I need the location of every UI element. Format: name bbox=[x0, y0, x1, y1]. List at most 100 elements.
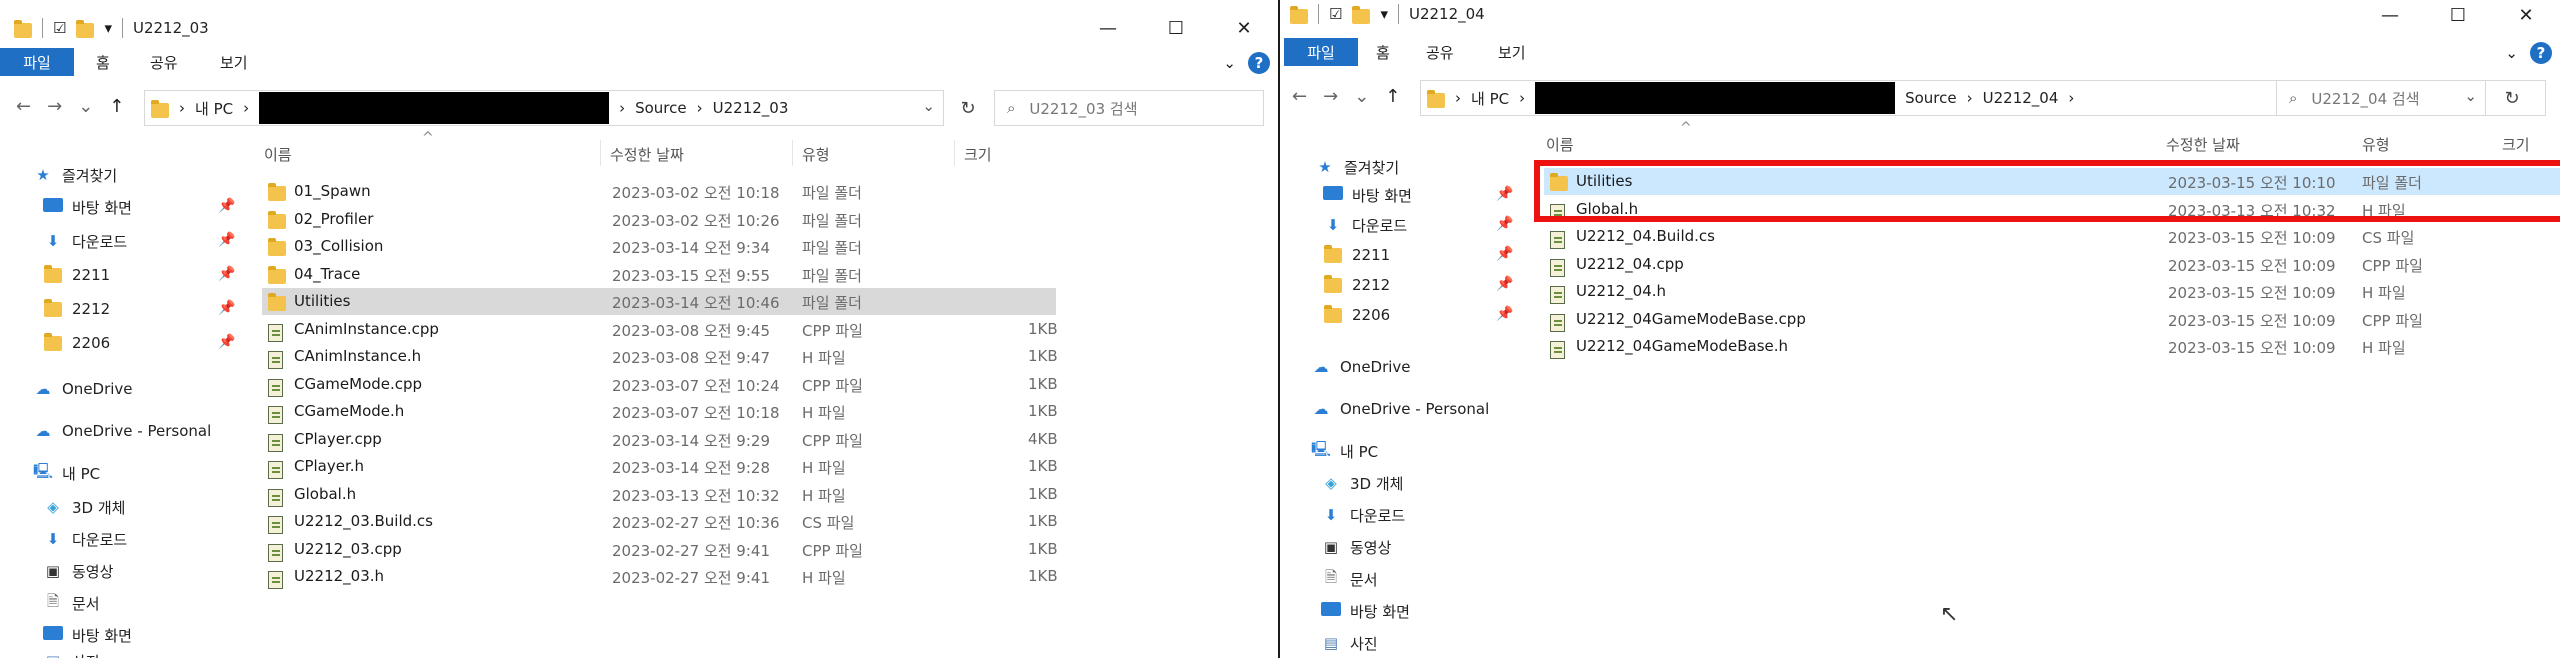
table-row[interactable]: 04_Trace 2023-03-15 오전 9:55 파일 폴더 bbox=[262, 261, 1056, 288]
table-row[interactable]: CPlayer.h 2023-03-14 오전 9:28 H 파일 1KB bbox=[262, 453, 1058, 480]
help-icon[interactable]: ? bbox=[2530, 42, 2552, 64]
table-row[interactable]: U2212_03.h 2023-02-27 오전 9:41 H 파일 1KB bbox=[262, 563, 1058, 590]
nav-this-pc[interactable]: 🖳 내 PC bbox=[32, 458, 100, 488]
table-row[interactable]: U2212_04.h2023-03-15 오전 10:09H 파일1KB bbox=[1544, 278, 2560, 305]
breadcrumb-current[interactable]: U2212_04 bbox=[1983, 89, 2059, 107]
table-row[interactable]: U2212_03.cpp 2023-02-27 오전 9:41 CPP 파일 1KB bbox=[262, 536, 1058, 563]
maximize-button[interactable]: ☐ bbox=[1142, 8, 1210, 48]
column-size[interactable]: 크기 bbox=[964, 144, 992, 165]
column-name[interactable]: 이름 bbox=[264, 144, 292, 165]
refresh-icon[interactable]: ↻ bbox=[950, 90, 986, 126]
table-row[interactable]: 03_Collision 2023-03-14 오전 9:34 파일 폴더 bbox=[262, 233, 1056, 260]
maximize-button[interactable]: ☐ bbox=[2424, 0, 2492, 30]
recent-locations-icon[interactable]: ⌄ bbox=[1354, 86, 1369, 107]
address-dropdown-icon[interactable]: ⌄ bbox=[922, 97, 935, 115]
nav-quick-access[interactable]: ★ 즐겨찾기 bbox=[1314, 152, 1399, 182]
up-icon[interactable]: ↑ bbox=[109, 96, 124, 117]
nav-desktop[interactable]: 바탕 화면 bbox=[1320, 596, 1410, 626]
help-icon[interactable]: ? bbox=[1248, 52, 1270, 74]
close-button[interactable]: ✕ bbox=[1210, 8, 1278, 48]
nav-3d-objects[interactable]: ◈ 3D 개체 bbox=[1320, 468, 1403, 498]
table-row[interactable]: CPlayer.cpp 2023-03-14 오전 9:29 CPP 파일 4KB bbox=[262, 426, 1058, 453]
column-date[interactable]: 수정한 날짜 bbox=[610, 144, 684, 165]
table-row[interactable]: CGameMode.cpp 2023-03-07 오전 10:24 CPP 파일 1K… bbox=[262, 371, 1058, 398]
nav-pinned-2206[interactable]: 2206 bbox=[42, 328, 110, 358]
nav-this-pc[interactable]: 🖳 내 PC bbox=[1310, 436, 1378, 466]
nav-pinned-2211[interactable]: 2211 bbox=[42, 260, 110, 290]
table-row[interactable]: U2212_04.Build.cs 2023-03-15 오전 10:09 CS 파… bbox=[1544, 223, 2560, 250]
breadcrumb-source[interactable]: Source bbox=[635, 99, 687, 117]
nav-pinned-downloads[interactable]: ⬇ 다운로드 bbox=[1322, 210, 1408, 240]
tab-home[interactable]: 홈 bbox=[96, 52, 110, 73]
table-row[interactable]: U2212_03.Build.cs 2023-02-27 오전 10:36 CS 파… bbox=[262, 508, 1058, 535]
table-row[interactable]: 01_Spawn 2023-03-02 오전 10:18 파일 폴더 bbox=[262, 178, 1056, 205]
new-folder-icon[interactable] bbox=[1352, 5, 1371, 24]
column-type[interactable]: 유형 bbox=[2362, 134, 2390, 155]
back-icon[interactable]: ← bbox=[16, 96, 31, 117]
tab-file[interactable]: 파일 bbox=[0, 48, 74, 76]
recent-locations-icon[interactable]: ⌄ bbox=[78, 96, 93, 117]
tab-view[interactable]: 보기 bbox=[1498, 42, 1526, 63]
table-row[interactable]: U2212_04GameModeBase.h 2023-03-15 오전 10:0… bbox=[1544, 333, 2560, 360]
forward-icon[interactable]: → bbox=[1323, 86, 1338, 107]
table-row[interactable]: Utilities 2023-03-14 오전 10:46 파일 폴더 bbox=[262, 288, 1056, 315]
close-button[interactable]: ✕ bbox=[2492, 0, 2560, 30]
nav-3d-objects[interactable]: ◈ 3D 개체 bbox=[42, 492, 125, 522]
customize-toolbar-icon[interactable]: ▾ bbox=[1380, 5, 1388, 23]
table-row[interactable]: U2212_04.cpp2023-03-15 오전 10:09CPP 파일1KB bbox=[1544, 251, 2560, 278]
nav-onedrive-personal[interactable]: ☁ OneDrive - Personal bbox=[32, 416, 212, 446]
nav-downloads[interactable]: ⬇ 다운로드 bbox=[1320, 500, 1406, 530]
nav-videos[interactable]: ▣ 동영상 bbox=[1320, 532, 1392, 562]
ribbon-expand-icon[interactable]: ⌄ bbox=[2505, 44, 2518, 62]
forward-icon[interactable]: → bbox=[47, 96, 62, 117]
column-name[interactable]: 이름 bbox=[1546, 134, 1574, 155]
nav-documents[interactable]: 🗎 문서 bbox=[1320, 564, 1378, 594]
nav-onedrive[interactable]: ☁ OneDrive bbox=[1310, 352, 1411, 382]
table-row[interactable]: CGameMode.h 2023-03-07 오전 10:18 H 파일 1KB bbox=[262, 398, 1058, 425]
up-icon[interactable]: ↑ bbox=[1385, 86, 1400, 107]
search-input[interactable]: ⌕ U2212_04 검색 bbox=[2276, 80, 2546, 116]
minimize-button[interactable]: — bbox=[2356, 0, 2424, 30]
column-size[interactable]: 크기 bbox=[2502, 134, 2530, 155]
search-input[interactable]: ⌕ U2212_03 검색 bbox=[994, 90, 1264, 126]
column-date[interactable]: 수정한 날짜 bbox=[2166, 134, 2240, 155]
tab-view[interactable]: 보기 bbox=[220, 52, 248, 73]
tab-share[interactable]: 공유 bbox=[150, 52, 178, 73]
nav-quick-access[interactable]: ★ 즐겨찾기 bbox=[32, 160, 117, 190]
back-icon[interactable]: ← bbox=[1292, 86, 1307, 107]
nav-downloads[interactable]: ⬇ 다운로드 bbox=[42, 524, 128, 554]
breadcrumb-this-pc[interactable]: 내 PC bbox=[1471, 88, 1509, 109]
table-row[interactable]: U2212_04GameModeBase.cpp 2023-03-15 오전 10… bbox=[1544, 306, 2560, 333]
table-row[interactable]: CAnimInstance.cpp 2023-03-08 오전 9:45 CPP 파… bbox=[262, 316, 1058, 343]
nav-pinned-downloads[interactable]: ⬇ 다운로드 bbox=[42, 226, 128, 256]
tab-file[interactable]: 파일 bbox=[1284, 38, 1358, 66]
new-folder-icon[interactable] bbox=[76, 19, 95, 38]
nav-videos[interactable]: ▣ 동영상 bbox=[42, 556, 114, 586]
nav-pinned-2212[interactable]: 2212 bbox=[1322, 270, 1390, 300]
nav-pinned-desktop[interactable]: 바탕 화면 bbox=[42, 192, 132, 222]
nav-pinned-2206[interactable]: 2206 bbox=[1322, 300, 1390, 330]
breadcrumb-this-pc[interactable]: 내 PC bbox=[195, 98, 233, 119]
ribbon-expand-icon[interactable]: ⌄ bbox=[1223, 54, 1236, 72]
nav-onedrive[interactable]: ☁ OneDrive bbox=[32, 374, 133, 404]
customize-toolbar-icon[interactable]: ▾ bbox=[104, 19, 112, 37]
table-row[interactable]: CAnimInstance.h 2023-03-08 오전 9:47 H 파일 1KB bbox=[262, 343, 1058, 370]
nav-pinned-2211[interactable]: 2211 bbox=[1322, 240, 1390, 270]
nav-pinned-2212[interactable]: 2212 bbox=[42, 294, 110, 324]
tab-share[interactable]: 공유 bbox=[1426, 42, 1454, 63]
nav-onedrive-personal[interactable]: ☁ OneDrive - Personal bbox=[1310, 394, 1490, 424]
address-bar[interactable]: › 내 PC › › Source › U2212_03 ⌄ bbox=[144, 90, 944, 126]
table-row[interactable]: 02_Profiler 2023-03-02 오전 10:26 파일 폴더 bbox=[262, 206, 1056, 233]
properties-icon[interactable]: ☑ bbox=[53, 19, 66, 37]
nav-pictures[interactable]: ▤사진 bbox=[1320, 628, 1378, 658]
properties-icon[interactable]: ☑ bbox=[1329, 5, 1342, 23]
breadcrumb-current[interactable]: U2212_03 bbox=[713, 99, 789, 117]
column-type[interactable]: 유형 bbox=[802, 144, 830, 165]
tab-home[interactable]: 홈 bbox=[1376, 42, 1390, 63]
nav-pictures[interactable]: ▤사진 bbox=[42, 646, 100, 658]
nav-pinned-desktop[interactable]: 바탕 화면 bbox=[1322, 180, 1412, 210]
breadcrumb-source[interactable]: Source bbox=[1905, 89, 1957, 107]
minimize-button[interactable]: — bbox=[1074, 8, 1142, 48]
nav-documents[interactable]: 🗎 문서 bbox=[42, 588, 100, 618]
table-row[interactable]: Global.h 2023-03-13 오전 10:32 H 파일 1KB bbox=[262, 481, 1058, 508]
